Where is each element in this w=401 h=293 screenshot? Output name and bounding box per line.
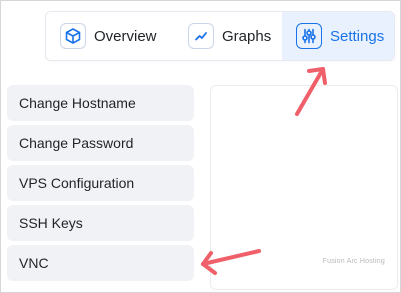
line-chart-icon: [188, 23, 214, 49]
sidebar-item-ssh-keys[interactable]: SSH Keys: [7, 205, 194, 241]
box-icon: [60, 23, 86, 49]
tab-settings-label: Settings: [330, 27, 385, 45]
sidebar-item-change-password[interactable]: Change Password: [7, 125, 194, 161]
tab-overview[interactable]: Overview: [60, 12, 157, 60]
settings-sidebar: Change Hostname Change Password VPS Conf…: [7, 85, 194, 285]
sidebar-item-change-hostname[interactable]: Change Hostname: [7, 85, 194, 121]
annotation-arrow-settings: [295, 67, 327, 116]
tab-graphs[interactable]: Graphs: [188, 12, 271, 60]
annotation-arrow-vnc: [201, 249, 261, 275]
tab-settings[interactable]: Settings: [282, 12, 394, 60]
tab-bar: Overview Graphs Settings: [45, 11, 395, 61]
tab-overview-label: Overview: [94, 27, 157, 45]
tab-graphs-label: Graphs: [222, 27, 272, 45]
sliders-icon: [296, 23, 322, 49]
sidebar-item-vnc[interactable]: VNC: [7, 245, 194, 281]
watermark: Fusion Arc Hosting: [322, 258, 385, 265]
sidebar-item-vps-configuration[interactable]: VPS Configuration: [7, 165, 194, 201]
